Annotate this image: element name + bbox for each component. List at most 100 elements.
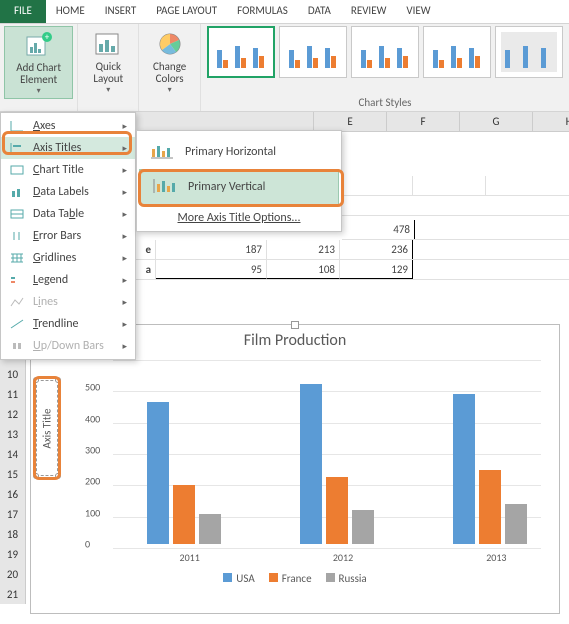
axis-titles-submenu: Primary Horizontal Primary Vertical More… [136,130,342,232]
add-chart-element-icon: + [23,29,55,61]
cell[interactable]: 129 [340,260,413,279]
row-header-14[interactable]: 14 [0,444,26,464]
row-header-17[interactable]: 17 [0,504,26,524]
row-header-20[interactable]: 20 [0,564,26,584]
tab-page-layout[interactable]: PAGE LAYOUT [146,0,227,23]
legend-russia[interactable]: Russia [326,572,367,585]
chart-style-4[interactable] [423,26,491,78]
cell[interactable]: 187 [156,240,267,259]
submenu-arrow-icon: ▸ [122,209,127,220]
submenu-arrow-icon: ▸ [122,253,127,264]
tab-insert[interactable]: INSERT [95,0,147,23]
row-header-13[interactable]: 13 [0,424,26,444]
lines-icon [9,295,27,309]
data-labels-icon [9,185,27,199]
quick-layout-button[interactable]: Quick Layout ▾ [82,26,134,97]
svg-text:+: + [44,32,49,43]
cell[interactable]: 213 [267,240,340,259]
submenu-more-options[interactable]: More Axis Title Options... [137,205,341,227]
bar-usa-2012[interactable] [300,384,322,544]
row-header-21[interactable]: 21 [0,584,26,604]
submenu-primary-horizontal[interactable]: Primary Horizontal [137,135,341,169]
submenu-arrow-icon: ▸ [122,297,127,308]
menu-trendline[interactable]: Trendline▸ [1,313,135,335]
bar-usa-2013[interactable] [453,394,475,544]
menu-data-table[interactable]: Data Table▸ [1,203,135,225]
change-colors-label: Change Colors [147,61,192,85]
bar-russia-2013[interactable] [505,504,527,544]
primary-vertical-icon [152,178,180,196]
bar-france-2011[interactable] [173,485,195,544]
menu-axes[interactable]: Axes▸ [1,115,135,137]
y-tick-label: 100 [85,506,100,519]
updown-bars-icon [9,339,27,353]
bar-france-2012[interactable] [326,477,348,544]
row-header-19[interactable]: 19 [0,544,26,564]
y-tick-label: 0 [85,538,90,551]
chart-style-2[interactable] [279,26,347,78]
row-header-18[interactable]: 18 [0,524,26,544]
add-chart-element-label: Add Chart Element [9,62,68,86]
chart-style-1[interactable] [207,26,275,78]
cell[interactable]: 478 [342,220,415,239]
cell[interactable]: 108 [267,260,340,279]
col-header-h[interactable]: H [533,112,569,131]
tab-formulas[interactable]: FORMULAS [227,0,298,23]
chart-style-5[interactable] [495,26,563,78]
submenu-arrow-icon: ▸ [122,187,127,198]
tab-view[interactable]: VIEW [396,0,440,23]
cell[interactable]: e [136,240,156,259]
legend-usa[interactable]: USA [223,572,254,585]
chart-styles-caption: Chart Styles [207,94,563,109]
chart-plot-area[interactable]: 0100200300400500600201120122013 [77,352,551,572]
ribbon: + Add Chart Element ▾ Quick Layout ▾ Cha… [0,24,569,112]
tab-review[interactable]: REVIEW [341,0,397,23]
change-colors-button[interactable]: Change Colors ▾ [143,26,196,97]
col-header-e[interactable]: E [314,112,387,131]
menu-data-labels[interactable]: Data Labels▸ [1,181,135,203]
menu-axis-titles[interactable]: Axis Titles▸ [1,137,135,159]
submenu-arrow-icon: ▸ [122,319,127,330]
add-chart-element-button[interactable]: + Add Chart Element ▾ [4,26,73,99]
submenu-arrow-icon: ▸ [122,143,127,154]
resize-handle[interactable] [55,377,61,383]
menu-chart-title[interactable]: Chart Title▸ [1,159,135,181]
x-tick-label: 2011 [180,551,200,564]
y-tick-label: 500 [85,381,100,394]
resize-handle[interactable] [33,377,39,383]
dropdown-arrow-icon: ▾ [37,86,41,96]
menu-legend[interactable]: Legend▸ [1,269,135,291]
menu-gridlines[interactable]: Gridlines▸ [1,247,135,269]
submenu-arrow-icon: ▸ [122,275,127,286]
axes-icon [9,119,27,133]
embedded-chart[interactable]: Film Production 010020030040050060020112… [30,324,560,614]
col-header-g[interactable]: G [460,112,533,131]
submenu-primary-vertical[interactable]: Primary Vertical [139,169,339,205]
resize-handle[interactable] [55,473,61,479]
data-table-icon [9,207,27,221]
primary-horizontal-icon [149,143,177,161]
vertical-axis-title[interactable]: Axis Title [36,380,58,476]
tab-file[interactable]: FILE [0,0,46,23]
legend-france[interactable]: France [269,572,312,585]
tab-home[interactable]: HOME [46,0,95,23]
cell[interactable]: 95 [156,260,267,279]
row-header-16[interactable]: 16 [0,484,26,504]
row-header-15[interactable]: 15 [0,464,26,484]
chart-style-3[interactable] [351,26,419,78]
cell[interactable]: a [136,260,156,279]
bar-usa-2011[interactable] [147,402,169,544]
bar-france-2013[interactable] [479,470,501,544]
tab-data[interactable]: DATA [298,0,341,23]
chart-legend[interactable]: USA France Russia [31,572,559,585]
bar-russia-2011[interactable] [199,514,221,544]
row-header-12[interactable]: 12 [0,404,26,424]
bar-russia-2012[interactable] [352,510,374,544]
cell[interactable]: 236 [340,240,413,259]
selection-handle[interactable] [291,321,299,329]
col-header-f[interactable]: F [387,112,460,131]
row-header-10[interactable]: 10 [0,364,26,384]
resize-handle[interactable] [33,473,39,479]
row-header-11[interactable]: 11 [0,384,26,404]
menu-error-bars[interactable]: Error Bars▸ [1,225,135,247]
